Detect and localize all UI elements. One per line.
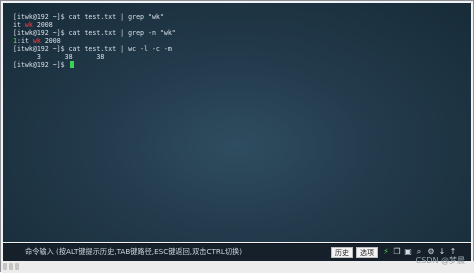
terminal-window: [itwk@192 ~]$ cat test.txt | grep "wk" i…: [0, 0, 474, 273]
terminal-output[interactable]: [itwk@192 ~]$ cat test.txt | grep "wk" i…: [3, 3, 471, 242]
history-button[interactable]: 历史: [331, 247, 353, 258]
terminal-line: 3 38 38: [13, 53, 105, 61]
match-highlight: wk: [24, 21, 33, 29]
tab-handle[interactable]: [15, 263, 19, 270]
terminal-line: [itwk@192 ~]$ cat test.txt | grep -n "wk…: [13, 29, 176, 37]
tab-strip: [3, 263, 19, 270]
terminal-line: 1:it wk 2008: [13, 37, 61, 45]
status-strip: [1, 261, 474, 273]
tab-handle[interactable]: [3, 263, 7, 270]
terminal-line: [itwk@192 ~]$ cat test.txt | wc -l -c -m: [13, 45, 172, 53]
terminal-prompt-line: [itwk@192 ~]$: [13, 61, 74, 69]
watermark: CSDN @梦晨: [415, 256, 465, 265]
text-cursor: [69, 61, 74, 68]
paste-icon[interactable]: ▣: [403, 247, 413, 257]
options-button[interactable]: 选项: [356, 247, 378, 258]
match-highlight: wk: [32, 37, 41, 45]
command-input-hint[interactable]: 命令输入 (按ALT键提示历史,TAB键路径,ESC键返回,双击CTRL切换): [25, 247, 242, 257]
copy-icon[interactable]: ❐: [392, 247, 402, 257]
terminal-line: [itwk@192 ~]$ cat test.txt | grep "wk": [13, 13, 164, 21]
command-input-bar[interactable]: 命令输入 (按ALT键提示历史,TAB键路径,ESC键返回,双击CTRL切换) …: [3, 243, 471, 261]
bolt-icon[interactable]: ⚡: [381, 247, 391, 257]
terminal-line: it wk 2008: [13, 21, 53, 29]
tab-handle[interactable]: [9, 263, 13, 270]
